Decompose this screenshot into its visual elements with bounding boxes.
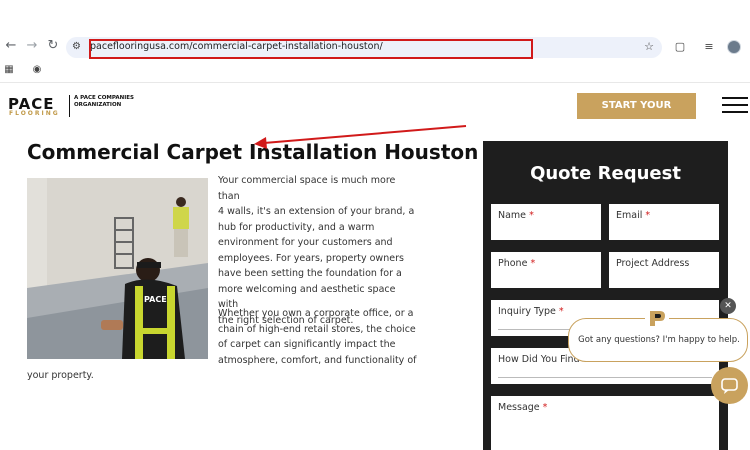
text-line: Your commercial space is much more than	[218, 175, 396, 202]
chat-message: Got any questions? I'm happy to help.	[578, 335, 740, 345]
text-line: 4 walls, it's an extension of your brand…	[218, 206, 415, 217]
logo-divider	[69, 95, 70, 117]
chat-agent-logo	[645, 308, 669, 328]
chat-icon	[721, 378, 738, 394]
reload-icon[interactable]: ↻	[45, 38, 61, 54]
project-address-field[interactable]: Project Address	[609, 252, 719, 288]
logo-subtext: FLOORING	[9, 110, 60, 117]
inquiry-type-label: Inquiry Type	[498, 306, 556, 317]
menu-icon[interactable]	[722, 97, 748, 115]
extensions-icon[interactable]: ▢	[673, 40, 687, 54]
required-mark: *	[530, 258, 536, 269]
chat-launcher-button[interactable]	[711, 367, 748, 404]
text-line: hub for productivity, and a warm	[218, 221, 375, 233]
site-header: PACE FLOORING A PACE COMPANIES ORGANIZAT…	[0, 82, 750, 137]
text-line: employees. For years, property owners	[218, 252, 404, 264]
required-mark: *	[558, 306, 564, 317]
required-mark: *	[542, 402, 548, 413]
required-mark: *	[529, 210, 534, 221]
field-underline	[498, 377, 712, 378]
reading-list-icon[interactable]: ≡	[702, 40, 716, 54]
page-title: Commercial Carpet Installation Houston	[27, 140, 479, 164]
quote-request-form: Quote Request Name * Email * Phone * Pro…	[483, 141, 728, 450]
email-label: Email	[616, 210, 643, 221]
email-field[interactable]: Email *	[609, 204, 719, 240]
required-mark: *	[645, 210, 651, 221]
quote-title: Quote Request	[530, 163, 681, 184]
back-icon[interactable]: ←	[3, 38, 19, 54]
globe-icon[interactable]: ◉	[31, 64, 43, 76]
second-paragraph: Whether you own a corporate office, or a…	[218, 306, 418, 368]
bookmark-star-icon[interactable]: ☆	[644, 40, 654, 53]
chat-close-button[interactable]: ✕	[720, 298, 736, 314]
text-line: environment for your customers and	[218, 237, 393, 248]
site-info-icon[interactable]: ⚙	[72, 40, 86, 54]
name-field[interactable]: Name *	[491, 204, 601, 240]
vest-logo-text: PACE	[144, 295, 167, 304]
installer-photo: PACE	[27, 178, 208, 359]
apps-grid-icon[interactable]: ▦	[3, 64, 15, 76]
logo-tagline: A PACE COMPANIES ORGANIZATION	[74, 95, 134, 108]
message-label: Message	[498, 402, 540, 413]
text-line: chain of high-end retail stores, the cho…	[218, 323, 416, 335]
text-line: your property.	[27, 370, 94, 381]
text-line: atmosphere, comfort, and functionality o…	[218, 354, 417, 366]
text-line: of carpet can significantly impact the	[218, 339, 396, 350]
project-address-label: Project Address	[616, 258, 690, 269]
text-line: Whether you own a corporate office, or a	[218, 308, 414, 319]
name-label: Name	[498, 210, 527, 221]
phone-field[interactable]: Phone *	[491, 252, 601, 288]
forward-icon[interactable]: →	[24, 38, 40, 54]
start-project-button[interactable]: START YOUR PROJECT	[577, 93, 696, 137]
phone-label: Phone	[498, 258, 528, 269]
intro-paragraph: Your commercial space is much more than …	[218, 173, 418, 328]
text-line: have been setting the foundation for a	[218, 268, 402, 279]
message-field[interactable]: Message *	[491, 396, 719, 450]
profile-avatar[interactable]	[727, 40, 741, 54]
url-highlight-box	[89, 39, 533, 59]
